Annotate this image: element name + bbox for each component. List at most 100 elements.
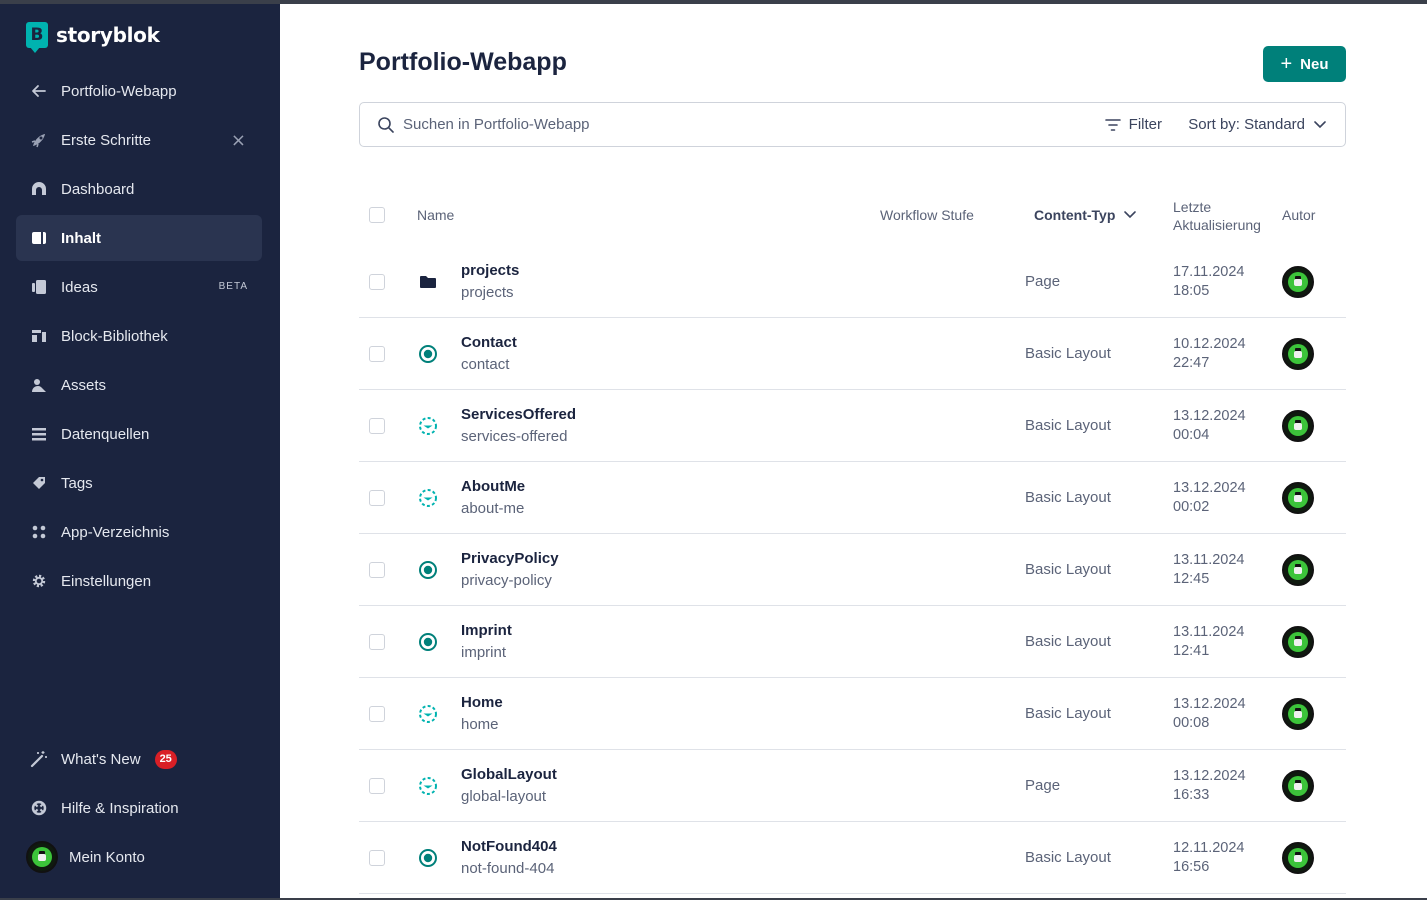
sidebar-item-tags[interactable]: Tags: [16, 460, 262, 506]
row-checkbox[interactable]: [369, 346, 385, 362]
apps-icon: [30, 523, 48, 541]
row-date: 13.12.2024: [1173, 480, 1246, 496]
sidebar-item-label: Ideas: [61, 278, 98, 296]
arrow-left-icon: [30, 82, 48, 100]
row-title[interactable]: ServicesOffered: [461, 406, 576, 423]
row-time: 16:56: [1173, 859, 1210, 875]
sidebar-item-app-verzeichnis[interactable]: App-Verzeichnis: [16, 509, 262, 555]
row-time: 00:08: [1173, 715, 1210, 731]
storyblok-logo[interactable]: B storyblok: [26, 22, 160, 53]
row-time: 00:02: [1173, 499, 1210, 515]
table-row[interactable]: AboutMe about-me Basic Layout 13.12.2024 00:…: [359, 462, 1346, 534]
row-checkbox[interactable]: [369, 274, 385, 290]
row-checkbox[interactable]: [369, 634, 385, 650]
sort-dropdown[interactable]: Sort by: Standard: [1188, 116, 1327, 133]
gear-icon: [30, 572, 48, 590]
row-last-updated: 13.12.2024 16:33: [1173, 767, 1246, 805]
table-row[interactable]: NotFound404 not-found-404 Basic Layout 12.1…: [359, 822, 1346, 894]
sidebar-item-erste-schritte[interactable]: Erste Schritte ×: [16, 117, 262, 163]
row-title[interactable]: Contact: [461, 334, 517, 351]
row-title[interactable]: PrivacyPolicy: [461, 550, 559, 567]
table-row[interactable]: projects projects Page 17.11.2024 18:05: [359, 246, 1346, 318]
sidebar-item-inhalt[interactable]: Inhalt: [16, 215, 262, 261]
row-slug: privacy-policy: [461, 572, 552, 589]
column-content-type[interactable]: Content-Typ: [1034, 207, 1137, 223]
row-checkbox[interactable]: [369, 418, 385, 434]
search-bar: Filter Sort by: Standard: [359, 102, 1346, 147]
new-button-label: Neu: [1300, 55, 1329, 73]
sidebar: B storyblok Portfolio-Webapp Erste Schri…: [0, 4, 280, 898]
content-icon: [30, 229, 48, 247]
page-title: Portfolio-Webapp: [359, 48, 567, 76]
table-row[interactable]: ServicesOffered services-offered Basic Lay…: [359, 390, 1346, 462]
table-row[interactable]: GlobalLayout global-layout Page 13.12.2024 1…: [359, 750, 1346, 822]
search-icon: [378, 116, 394, 133]
filter-button[interactable]: Filter: [1104, 116, 1162, 133]
author-avatar[interactable]: [1282, 698, 1314, 730]
row-last-updated: 17.11.2024 18:05: [1173, 263, 1245, 301]
row-date: 13.12.2024: [1173, 408, 1246, 424]
row-checkbox[interactable]: [369, 706, 385, 722]
sidebar-item-label: What's New: [61, 750, 141, 768]
column-last-updated-line1: Letzte: [1173, 199, 1212, 215]
new-button[interactable]: + Neu: [1263, 46, 1346, 82]
sidebar-item-einstellungen[interactable]: Einstellungen: [16, 558, 262, 604]
assets-icon: [30, 376, 48, 394]
row-checkbox[interactable]: [369, 490, 385, 506]
sidebar-item-label: Inhalt: [61, 229, 101, 247]
sidebar-item-block-bibliothek[interactable]: Block-Bibliothek: [16, 313, 262, 359]
row-title[interactable]: GlobalLayout: [461, 766, 557, 783]
author-avatar[interactable]: [1282, 482, 1314, 514]
sidebar-item-assets[interactable]: Assets: [16, 362, 262, 408]
row-slug: projects: [461, 284, 514, 301]
table-row[interactable]: Home home Basic Layout 13.12.2024 00:08: [359, 678, 1346, 750]
author-avatar[interactable]: [1282, 338, 1314, 370]
main-content: Portfolio-Webapp + Neu Filter Sort by: S…: [280, 4, 1427, 898]
beta-badge: BETA: [218, 281, 248, 292]
sidebar-item-hilfe[interactable]: Hilfe & Inspiration: [16, 785, 262, 831]
close-icon[interactable]: ×: [231, 130, 246, 151]
row-title[interactable]: Home: [461, 694, 503, 711]
row-content-type: Page: [1025, 777, 1061, 794]
table-row[interactable]: Contact contact Basic Layout 10.12.2024 22:4…: [359, 318, 1346, 390]
sidebar-item-datenquellen[interactable]: Datenquellen: [16, 411, 262, 457]
sidebar-item-label: Erste Schritte: [61, 131, 152, 149]
author-avatar[interactable]: [1282, 410, 1314, 442]
sidebar-item-back-portfolio-webapp[interactable]: Portfolio-Webapp: [16, 68, 262, 114]
row-checkbox[interactable]: [369, 562, 385, 578]
column-workflow[interactable]: Workflow Stufe: [880, 207, 974, 223]
filter-label: Filter: [1128, 116, 1162, 133]
sidebar-item-label: Assets: [61, 376, 107, 394]
row-slug: about-me: [461, 500, 525, 517]
row-title[interactable]: NotFound404: [461, 838, 557, 855]
author-avatar[interactable]: [1282, 770, 1314, 802]
column-author[interactable]: Autor: [1282, 207, 1315, 223]
table-row[interactable]: Imprint imprint Basic Layout 13.11.2024 12:4…: [359, 606, 1346, 678]
author-avatar[interactable]: [1282, 842, 1314, 874]
row-checkbox[interactable]: [369, 778, 385, 794]
select-all-checkbox[interactable]: [369, 207, 385, 223]
sidebar-item-label: Block-Bibliothek: [61, 327, 168, 345]
table-row[interactable]: PrivacyPolicy privacy-policy Basic Layout 1…: [359, 534, 1346, 606]
column-last-updated[interactable]: Letzte Aktualisierung: [1173, 198, 1261, 234]
sidebar-item-dashboard[interactable]: Dashboard: [16, 166, 262, 212]
row-slug: not-found-404: [461, 860, 555, 877]
sidebar-item-mein-konto[interactable]: Mein Konto: [16, 834, 262, 880]
row-time: 12:45: [1173, 571, 1210, 587]
author-avatar[interactable]: [1282, 266, 1314, 298]
sidebar-item-whats-new[interactable]: What's New 25: [16, 736, 262, 782]
row-title[interactable]: Imprint: [461, 622, 512, 639]
row-checkbox[interactable]: [369, 850, 385, 866]
folder-icon: [418, 272, 438, 292]
column-content-type-label: Content-Typ: [1034, 207, 1116, 223]
blocks-icon: [30, 327, 48, 345]
sidebar-item-ideas[interactable]: Ideas BETA: [16, 264, 262, 310]
column-name[interactable]: Name: [417, 207, 454, 223]
avatar: [26, 841, 58, 873]
row-title[interactable]: AboutMe: [461, 478, 525, 495]
row-title[interactable]: projects: [461, 262, 519, 279]
sidebar-item-label: Einstellungen: [61, 572, 152, 590]
author-avatar[interactable]: [1282, 626, 1314, 658]
search-input[interactable]: [403, 116, 1003, 133]
author-avatar[interactable]: [1282, 554, 1314, 586]
